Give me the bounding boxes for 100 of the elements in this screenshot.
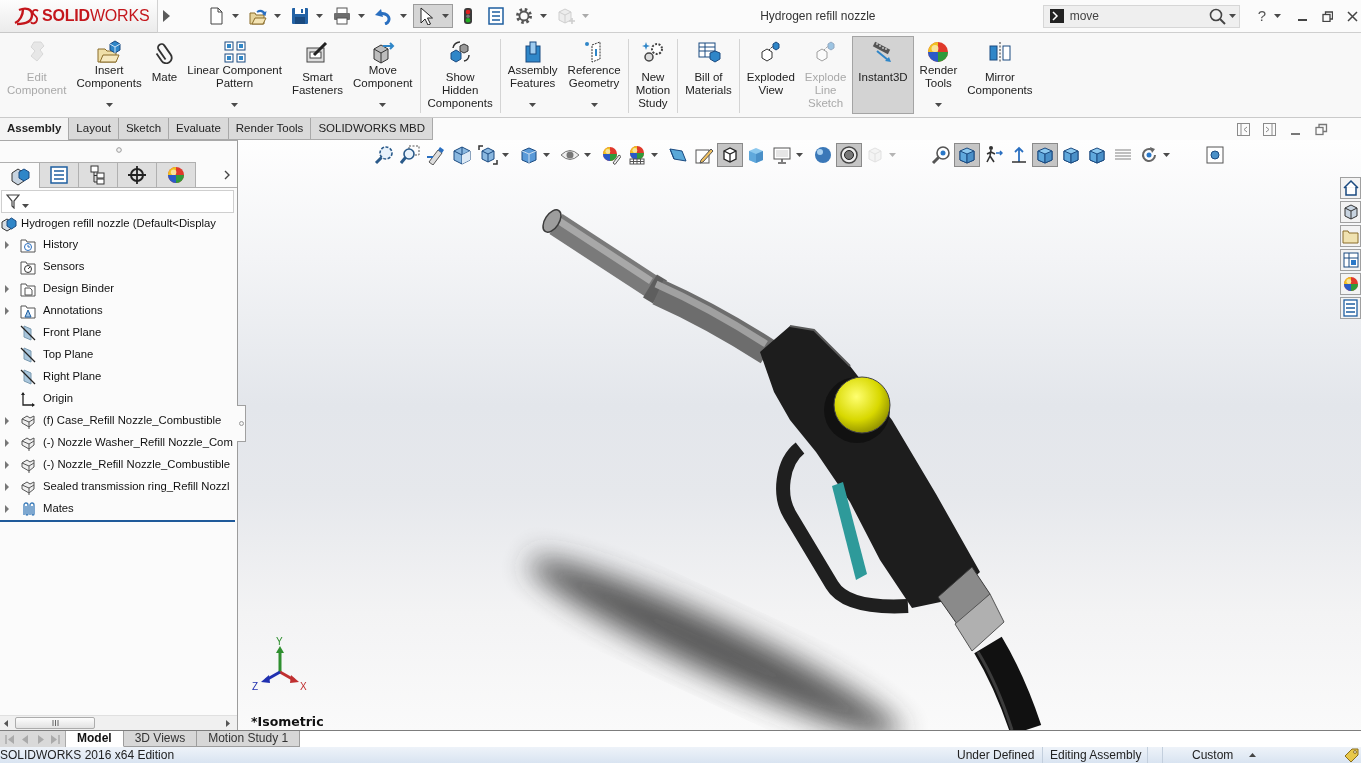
dimxpert-manager-tab[interactable] xyxy=(117,162,157,187)
funnel-icon xyxy=(6,194,20,209)
caret-up-icon xyxy=(1249,753,1257,757)
list-sheet-icon[interactable] xyxy=(1340,297,1361,319)
expand-arrow-icon[interactable] xyxy=(4,483,10,491)
exploded-view-button[interactable]: Exploded View xyxy=(742,36,799,114)
tree-item-label[interactable]: Mates xyxy=(43,502,74,516)
color-sphere-icon xyxy=(166,165,186,185)
tree-item-label[interactable]: (-) Nozzle Washer_Refill Nozzle_Com xyxy=(43,436,233,450)
feature-tree-tab[interactable] xyxy=(0,162,40,188)
wedge-icon xyxy=(668,145,688,165)
status-text: Under Defined xyxy=(957,747,1035,763)
insert-components-button[interactable]: Insert Components xyxy=(72,36,146,114)
printer-icon xyxy=(333,7,351,25)
cube-icon xyxy=(1061,145,1081,165)
mate-button[interactable]: Mate xyxy=(147,36,182,114)
history-folder-icon xyxy=(20,237,36,253)
occlusion-button[interactable] xyxy=(836,143,862,167)
search-icon[interactable] xyxy=(1208,7,1226,25)
restore-icon[interactable] xyxy=(1322,10,1333,22)
command-tab[interactable]: SOLIDWORKS MBD xyxy=(310,118,434,140)
display-manager-tab[interactable] xyxy=(156,162,196,187)
tree-item-label[interactable]: (-) Nozzle_Refill Nozzle_Combustible xyxy=(43,458,231,472)
instant3d-button[interactable]: Instant3D xyxy=(852,36,914,114)
color-sphere-icon xyxy=(926,40,951,64)
bottom-tab[interactable]: 3D Views xyxy=(123,731,198,747)
wireframe-button[interactable] xyxy=(717,143,743,167)
tree-item-label[interactable]: (f) Case_Refill Nozzle_Combustible xyxy=(43,414,222,428)
logo-mark-icon xyxy=(13,5,39,26)
expand-arrow-icon[interactable] xyxy=(4,307,10,315)
property-manager-tab[interactable] xyxy=(39,162,79,187)
command-tab[interactable]: Evaluate xyxy=(168,118,229,140)
home-icon[interactable] xyxy=(1340,177,1361,199)
search-field[interactable]: move xyxy=(1063,6,1194,26)
command-tab[interactable]: Render Tools xyxy=(227,118,312,140)
restore-icon[interactable] xyxy=(1315,122,1328,136)
tree-item-label[interactable]: Sensors xyxy=(43,260,85,274)
select-button[interactable] xyxy=(413,4,453,28)
sphere-icon xyxy=(813,145,833,165)
command-tab[interactable]: Layout xyxy=(68,118,119,140)
tree-diagram-icon xyxy=(88,165,108,185)
search-box[interactable]: move xyxy=(1042,4,1240,28)
zoom-area-button[interactable] xyxy=(397,143,423,167)
tree-item-label[interactable]: Top Plane xyxy=(43,348,94,362)
tree-item-label[interactable]: Right Plane xyxy=(43,370,102,384)
tree-item-label[interactable]: Design Binder xyxy=(43,282,114,296)
linear-pattern-button[interactable]: Linear Component Pattern xyxy=(183,36,286,114)
cube-view-button[interactable] xyxy=(1032,143,1058,167)
cube-library-icon[interactable] xyxy=(1340,201,1361,223)
unit-system-button[interactable]: Custom xyxy=(1192,747,1257,763)
tag-icon[interactable] xyxy=(1344,747,1359,763)
bottom-tab[interactable]: Motion Study 1 xyxy=(197,731,301,747)
sensor-folder-icon xyxy=(20,259,36,275)
expand-arrow-icon[interactable] xyxy=(4,439,10,447)
expand-arrow-icon[interactable] xyxy=(4,461,10,469)
smart-fasteners-button[interactable]: Smart Fasteners xyxy=(287,36,348,114)
panel-right-icon[interactable] xyxy=(1263,122,1276,136)
axis-label: Z xyxy=(252,681,259,692)
command-tab[interactable]: Sketch xyxy=(117,118,170,140)
dropdown-caret-icon xyxy=(22,203,29,208)
scroll-thumb[interactable] xyxy=(15,717,95,729)
splitter-handle[interactable] xyxy=(237,405,246,442)
chevron-right-icon[interactable] xyxy=(224,169,230,180)
motion-study-button[interactable]: New Motion Study xyxy=(631,36,675,114)
expand-arrow-icon[interactable] xyxy=(4,505,10,513)
grip-dot-icon[interactable] xyxy=(115,146,122,153)
close-icon[interactable] xyxy=(1347,10,1358,22)
magnifier-icon xyxy=(931,145,951,165)
arrow-right-icon[interactable] xyxy=(226,719,230,727)
help-button[interactable]: ? xyxy=(1255,7,1283,25)
dropdown-caret-icon xyxy=(1228,14,1236,18)
tree-item-label[interactable]: Hydrogen refill nozzle (Default<Display xyxy=(21,216,216,231)
mirror-components-button[interactable]: Mirror Components xyxy=(963,36,1037,114)
show-hidden-button[interactable]: Show Hidden Components xyxy=(423,36,497,114)
part-icon xyxy=(20,457,36,473)
panel-left-icon[interactable] xyxy=(1237,122,1250,136)
tree-item-label[interactable]: Sealed transmission ring_Refill Nozzl xyxy=(43,480,230,494)
arrow-left-icon[interactable] xyxy=(4,719,8,727)
caret-right-icon[interactable] xyxy=(163,10,170,22)
bill-of-materials-button[interactable]: Bill of Materials xyxy=(681,36,736,114)
cube-view-button[interactable] xyxy=(954,143,980,167)
pencil-arrow-icon xyxy=(426,145,446,165)
expand-arrow-icon[interactable] xyxy=(4,285,10,293)
mirror-blocks-icon xyxy=(987,40,1012,64)
expand-arrow-icon[interactable] xyxy=(4,241,10,249)
tree-item-label[interactable]: Front Plane xyxy=(43,326,102,340)
tree-item-label[interactable]: History xyxy=(43,238,79,252)
exploded-parts-icon xyxy=(813,40,838,64)
render-tools-button[interactable]: Render Tools xyxy=(915,36,962,114)
expand-arrow-icon[interactable] xyxy=(4,417,10,425)
view-grid-icon[interactable] xyxy=(1340,249,1361,271)
move-component-button[interactable]: Move Component xyxy=(349,36,417,114)
horizontal-scrollbar[interactable] xyxy=(0,715,237,730)
tree-item-label[interactable]: Origin xyxy=(43,392,74,406)
assembly-features-button[interactable]: Assembly Features xyxy=(503,36,562,114)
tree-item-label[interactable]: Annotations xyxy=(43,304,103,318)
reference-geometry-button[interactable]: Reference Geometry xyxy=(563,36,625,114)
cube-plus-icon xyxy=(557,7,575,25)
command-tab[interactable]: Assembly xyxy=(0,118,70,140)
configuration-manager-tab[interactable] xyxy=(78,162,118,187)
